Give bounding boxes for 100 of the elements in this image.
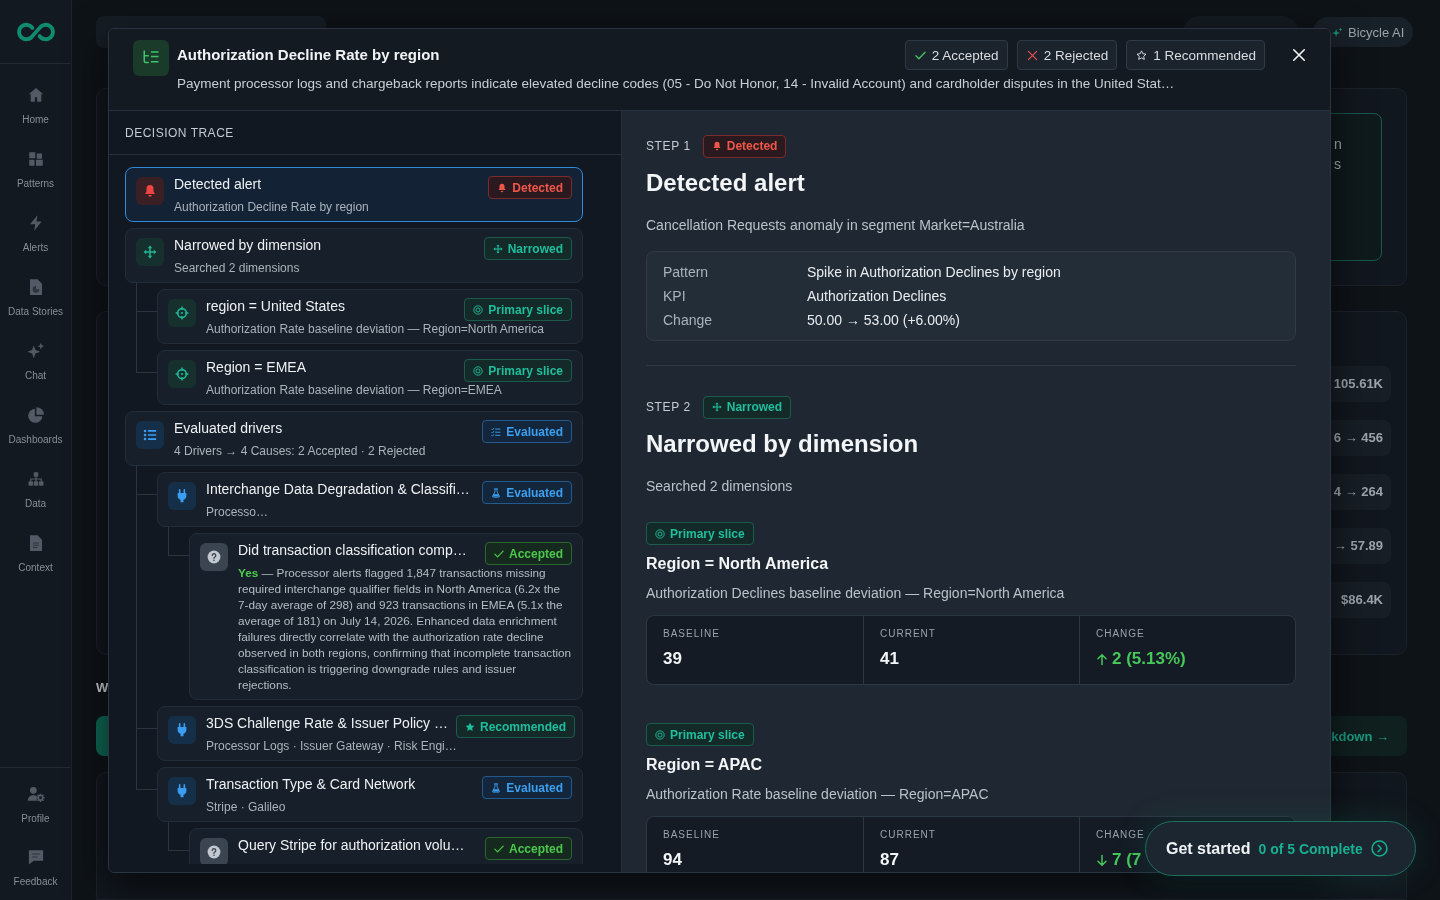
panel-text: s	[1334, 155, 1341, 174]
badge-label: Evaluated	[506, 485, 563, 500]
metric-label: CHANGE	[1096, 628, 1145, 640]
badge-label: Primary slice	[488, 363, 563, 378]
fact-value: Authorization Declines	[807, 287, 948, 306]
badge-label: Evaluated	[506, 780, 563, 795]
dialog-title: Authorization Decline Rate by region	[177, 45, 441, 65]
arrow-up-icon	[1096, 652, 1108, 666]
nav-item[interactable]: Data Stories	[0, 267, 71, 331]
badge-label: Narrowed	[507, 241, 563, 256]
nav-item[interactable]: Dashboards	[0, 395, 71, 459]
plug-icon	[168, 482, 196, 510]
badge-label: Accepted	[508, 546, 563, 561]
onboarding-title: Get started	[1166, 839, 1251, 858]
badge-label: Recommended	[480, 719, 567, 734]
star-icon	[465, 721, 475, 732]
trace-card[interactable]: Region = EMEA Primary slice Authorization Rate baseline deviation — Region=EMEA	[157, 350, 583, 405]
close-icon	[1292, 48, 1306, 62]
step-label: STEP 1	[646, 139, 691, 153]
metric-label: BASELINE	[663, 829, 720, 841]
metric-value: 7 (7	[1112, 849, 1142, 871]
trace-card[interactable]: Interchange Data Degradation & Classifi… Evaluated Processo…	[157, 472, 583, 527]
question-icon	[200, 838, 228, 864]
blocks-icon	[26, 150, 45, 168]
hierarchy-icon	[26, 470, 45, 488]
card-subtitle: Stripe · Galileo	[206, 799, 287, 815]
card-title: Region = EMEA	[206, 358, 307, 376]
fact-value: 50.00 → 53.00 (+6.00%)	[807, 311, 961, 330]
step-description: Cancellation Requests anomaly in segment Market=Australia	[646, 216, 1026, 235]
trace-card[interactable]: Transaction Type & Card Network Evaluated Stripe · Galileo	[157, 767, 583, 822]
card-subtitle: Authorization Decline Rate by region	[174, 199, 370, 215]
badge-label: Primary slice	[670, 526, 745, 541]
user-gear-icon	[26, 785, 45, 803]
onboarding-button[interactable]: Get started 0 of 5 Complete	[1145, 821, 1416, 876]
badge-label: Detected	[726, 139, 778, 153]
card-title: 3DS Challenge Rate & Issuer Policy …	[206, 714, 448, 732]
fact-value: Spike in Authorization Declines by region	[807, 263, 1062, 282]
fact-label: Change	[663, 311, 714, 330]
trace-card[interactable]: 3DS Challenge Rate & Issuer Policy … Recommended Processor Logs · Issuer Gateway · Risk Engi…	[157, 706, 583, 761]
plug-icon	[168, 777, 196, 805]
filter-chip[interactable]: 1 Recommended	[1126, 40, 1265, 70]
card-subtitle: 4 Drivers → 4 Causes: 2 Accepted · 2 Rejected	[174, 443, 427, 459]
pie-chart-icon	[26, 406, 45, 424]
card-title: Narrowed by dimension	[174, 236, 323, 254]
fact-label: Pattern	[663, 263, 710, 282]
filter-chip[interactable]: 2 Accepted	[904, 40, 1008, 70]
account-button[interactable]: Bicycle AI	[1313, 17, 1413, 47]
metric-label: CURRENT	[880, 829, 936, 841]
card-title: region = United States	[206, 297, 346, 315]
metric-label: CHANGE	[1096, 829, 1145, 841]
slice-description: Authorization Rate baseline deviation — Region=APAC	[646, 785, 989, 804]
nav-item[interactable]: Profile	[0, 774, 71, 837]
trace-card[interactable]: Query Stripe for authorization volu… Accepted	[189, 828, 583, 864]
bell-icon	[711, 141, 722, 151]
nav-item[interactable]: Data	[0, 459, 71, 523]
trace-card[interactable]: Detected alert Detected Authorization Decline Rate by region	[125, 167, 583, 222]
sparkle-icon	[26, 342, 45, 360]
card-title: Interchange Data Degradation & Classifi…	[206, 480, 471, 498]
card-subtitle: Processor Logs · Issuer Gateway · Risk Engi…	[206, 738, 458, 754]
nav-item[interactable]: Patterns	[0, 139, 71, 203]
trace-card[interactable]: Narrowed by dimension Narrowed Searched 2 dimensions	[125, 228, 583, 283]
trace-card[interactable]: Evaluated drivers Evaluated 4 Drivers → 4 Causes: 2 Accepted · 2 Rejected	[125, 411, 583, 466]
bell-icon	[136, 177, 164, 205]
close-button[interactable]	[1290, 46, 1308, 64]
answer-text: Yes — Processor alerts flagged 1,847 transactions missing required interchange qualifier fields in North America (6.2x the 7-day average of 298) and 923 transactions in EMEA (5.1x the average of 181) on July 14, 2026. Enhanced data enrichment failures directly correlate with the authorization rate decline observed in both regions, confirming that incomplete transaction classification is triggering downgrade rules and issuer rejections.	[238, 565, 572, 693]
step-title: Detected alert	[646, 169, 806, 197]
nav-item[interactable]: Context	[0, 523, 71, 587]
chat-bubble-icon	[26, 848, 45, 866]
target-icon	[473, 304, 484, 315]
flask-icon	[491, 782, 502, 793]
question-icon	[200, 543, 228, 571]
filter-chip[interactable]: 2 Rejected	[1016, 40, 1118, 70]
step-title: Narrowed by dimension	[646, 430, 920, 458]
logo-icon[interactable]	[15, 20, 56, 43]
arrow-down-icon	[1096, 853, 1108, 867]
nav-item[interactable]: Feedback	[0, 837, 71, 900]
plug-icon	[168, 716, 196, 744]
flask-icon	[491, 487, 502, 498]
x-icon	[1026, 49, 1038, 61]
sparkle-icon	[1332, 26, 1343, 38]
metric-value: 41	[880, 648, 899, 670]
move-arrows-icon	[492, 243, 503, 254]
badge-label: Primary slice	[488, 302, 563, 317]
crosshair-icon	[168, 299, 196, 327]
card-subtitle: Processo…	[206, 504, 270, 520]
move-arrows-icon	[711, 402, 722, 412]
trace-card[interactable]	[189, 533, 583, 700]
slice-title: Region = APAC	[646, 755, 762, 775]
nav-item[interactable]: Home	[0, 75, 71, 139]
card-title: Did transaction classification comp…	[238, 541, 468, 559]
metric-value: 39	[663, 648, 682, 670]
metric-value: 94	[663, 849, 682, 871]
trace-card[interactable]: region = United States Primary slice Authorization Rate baseline deviation — Region=North America	[157, 289, 583, 344]
nav-item[interactable]: Chat	[0, 331, 71, 395]
list-tree-icon	[133, 40, 169, 76]
nav-item[interactable]: Alerts	[0, 203, 71, 267]
bell-icon	[497, 182, 508, 193]
dialog-description: Payment processor logs and chargeback reports indicate elevated decline codes (05 - Do Not Honor, 14 - Invalid Account) and cardholder disputes in the United Stat…	[177, 75, 1176, 93]
card-title: Transaction Type & Card Network	[206, 775, 417, 793]
panel-heading: DECISION TRACE	[125, 125, 234, 140]
